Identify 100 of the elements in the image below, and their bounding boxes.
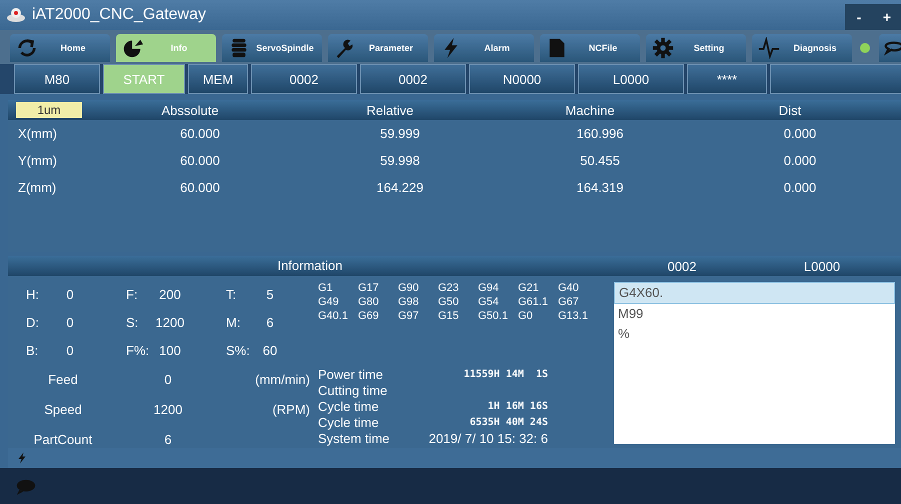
rate-unit: (mm/min) [255,372,310,386]
time-value: 1H 16M 16S [486,400,548,412]
information-header: Information [8,256,612,276]
g-code: G23 [438,282,460,296]
window-title: iAT2000_CNC_Gateway [32,6,206,24]
g-code: G0 [518,310,534,324]
window-control-button[interactable]: - [845,4,873,30]
g-code: G1 [318,282,334,296]
status-cell: L0000 [578,64,684,94]
coordinate-value: 0.000 [782,126,818,141]
g-code: G50 [438,296,460,310]
program-header-text: L0000 [802,258,842,274]
g-code: G40 [558,282,580,296]
g-code: G13.1 [558,310,589,324]
modal-value: 60 [262,342,278,358]
g-code: G50.1 [478,310,509,324]
modal-label: S: [125,314,140,330]
coordinate-value: 50.455 [579,153,621,168]
coordinate-value: 164.319 [576,180,624,195]
rate-value: 0 [163,372,173,386]
time-label: System time [318,430,391,446]
program-line[interactable]: M99 [614,304,895,324]
nav-tab[interactable]: Alarm [434,34,534,62]
time-value: 6535H 40M 24S [468,416,548,428]
g-code: G97 [398,310,420,324]
g-code: G90 [398,282,420,296]
modal-value: 0 [65,314,75,330]
modal-value: 100 [158,342,182,358]
settings-icon [652,37,674,59]
status-cell: START [103,64,185,94]
nav-tab[interactable]: Diagnosis [752,34,852,62]
rate-value: 1200 [152,402,184,416]
rate-label: PartCount [32,432,94,446]
g-code: G98 [398,296,420,310]
time-value: 2019/ 7/ 10 15: 32: 6 [428,430,548,446]
time-label: Cycle time [318,414,380,430]
lightning-icon [16,451,28,465]
modal-label: T: [225,286,238,302]
column-header: Relative [366,102,414,118]
rate-label: Feed [47,372,79,386]
coordinate-value: 0.000 [782,153,818,168]
g-code: G15 [438,310,460,324]
coordinate-value: 59.999 [379,126,421,141]
g-code: G94 [478,282,500,296]
status-cell: MEM [188,64,248,94]
robot-logo-icon [6,7,26,23]
g-code: G40.1 [318,310,349,324]
program-header-text: 0002 [666,258,698,274]
unit-chip[interactable]: 1um [16,102,82,118]
time-label: Cutting time [318,382,388,398]
modal-label: B: [25,342,40,358]
modal-label: F: [125,286,139,302]
status-cell: 0002 [251,64,357,94]
pie-chart-icon [122,37,144,59]
column-header: Dist [778,102,802,118]
axis-label: Y(mm) [17,153,58,168]
coordinate-value: 60.000 [179,153,221,168]
coordinate-value: 164.229 [376,180,424,195]
speech-bubble-icon [16,478,36,494]
coordinate-value: 60.000 [179,180,221,195]
modal-label: H: [25,286,40,302]
modal-value: 200 [158,286,182,302]
status-cell: **** [687,64,767,94]
time-label: Cycle time [318,398,380,414]
axis-label: X(mm) [17,126,58,141]
nav-tab[interactable]: Home [10,34,110,62]
axis-label: Z(mm) [17,180,58,195]
rate-unit: (RPM) [272,402,310,416]
modal-label: D: [25,314,40,330]
g-code: G17 [358,282,380,296]
modal-value: 5 [265,286,275,302]
chat-tab[interactable] [879,34,901,62]
window-control-button[interactable]: + [873,4,901,30]
modal-value: 6 [265,314,275,330]
nav-tab[interactable]: ServoSpindle [222,34,322,62]
nav-tab[interactable]: NCFile [540,34,640,62]
rate-value: 6 [163,432,173,446]
circular-arrows-icon [16,37,38,59]
coordinate-value: 59.998 [379,153,421,168]
status-cell: N0000 [469,64,575,94]
nav-tab[interactable]: Parameter [328,34,428,62]
status-cell: 0002 [360,64,466,94]
program-line[interactable]: % [614,324,895,344]
g-code: G49 [318,296,340,310]
time-label: Power time [318,366,384,382]
modal-value: 0 [65,286,75,302]
g-code: G54 [478,296,500,310]
modal-label: M: [225,314,242,330]
column-header: Machine [564,102,616,118]
g-code: G80 [358,296,380,310]
modal-label: S%: [225,342,248,358]
nav-tab[interactable]: Setting [646,34,746,62]
coordinate-value: 60.000 [179,126,221,141]
modal-label: F%: [125,342,148,358]
rate-label: Speed [43,402,83,416]
g-code: G69 [358,310,380,324]
g-code: G21 [518,282,540,296]
status-cell: M80 [14,64,100,94]
modal-value: 1200 [154,314,186,330]
coordinate-value: 160.996 [576,126,624,141]
